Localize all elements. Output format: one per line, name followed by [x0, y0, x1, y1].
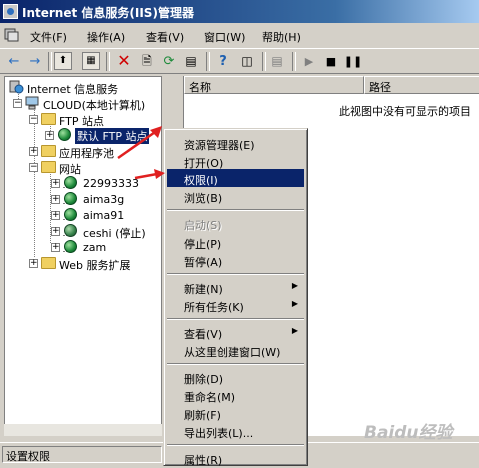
- expand-icon[interactable]: +: [45, 131, 54, 140]
- back-icon[interactable]: ←: [5, 52, 23, 70]
- menu-item-new-window[interactable]: 从这里创建窗口(W): [167, 341, 304, 359]
- menu-file[interactable]: 文件(F): [30, 29, 67, 45]
- expand-icon[interactable]: +: [51, 195, 60, 204]
- up-folder-icon[interactable]: ⬆: [54, 52, 72, 70]
- menu-item-open[interactable]: 打开(O): [167, 152, 304, 170]
- menu-item-all-tasks[interactable]: 所有任务(K) ▶: [167, 296, 304, 314]
- tree-label: zam: [83, 241, 107, 254]
- show-tree-icon[interactable]: ▦: [82, 52, 100, 70]
- submenu-arrow-icon: ▶: [291, 326, 298, 335]
- menu-help[interactable]: 帮助(H): [262, 29, 301, 45]
- menu-item-browse[interactable]: 浏览(B): [167, 187, 304, 205]
- play-icon[interactable]: ▶: [300, 52, 318, 70]
- menu-view[interactable]: 查看(V): [146, 29, 184, 45]
- menu-item-label: 查看(V): [184, 328, 223, 341]
- properties-icon[interactable]: 🗎: [138, 52, 156, 70]
- tree-label: Web 服务扩展: [59, 259, 131, 272]
- export-list-icon[interactable]: ▤: [182, 52, 200, 70]
- computer-icon[interactable]: ▤: [268, 52, 286, 70]
- website-stopped-icon: [64, 224, 77, 237]
- menu-item-view[interactable]: 查看(V) ▶: [167, 323, 304, 341]
- website-icon: [64, 240, 77, 253]
- menu-item-properties[interactable]: 属性(R): [167, 449, 304, 467]
- status-text: 设置权限: [2, 446, 162, 463]
- tree-label: aima3g: [83, 193, 125, 206]
- tree-item-site[interactable]: + aima91: [51, 207, 161, 223]
- menu-window[interactable]: 窗口(W): [204, 29, 245, 45]
- expand-icon[interactable]: +: [51, 179, 60, 188]
- help-icon[interactable]: ?: [214, 52, 232, 70]
- collapse-icon[interactable]: −: [29, 115, 38, 124]
- menu-action[interactable]: 操作(A): [87, 29, 125, 45]
- menu-item-delete[interactable]: 删除(D): [167, 368, 304, 386]
- delete-icon[interactable]: ✕: [115, 52, 133, 70]
- tree-item-site[interactable]: + zam: [51, 239, 161, 255]
- stop-icon[interactable]: ■: [322, 52, 340, 70]
- website-icon: [64, 176, 77, 189]
- menu-item-permissions[interactable]: 权限(I): [167, 169, 304, 187]
- title-bar: Internet 信息服务(IIS)管理器: [0, 0, 479, 23]
- tree-item-iis-root[interactable]: Internet 信息服务: [9, 79, 159, 96]
- menu-item-refresh[interactable]: 刷新(F): [167, 404, 304, 422]
- tree-horizontal-scrollbar[interactable]: [4, 424, 162, 436]
- collapse-icon[interactable]: −: [13, 99, 22, 108]
- menu-bar: 文件(F) 操作(A) 查看(V) 窗口(W) 帮助(H): [0, 23, 479, 47]
- menu-item-start[interactable]: 启动(S): [167, 214, 304, 232]
- action-pane-icon[interactable]: ◫: [238, 52, 256, 70]
- menu-item-rename[interactable]: 重命名(M): [167, 386, 304, 404]
- menu-item-label: 所有任务(K): [184, 301, 244, 314]
- column-header-name[interactable]: 名称: [184, 76, 364, 94]
- menu-item-label: 新建(N): [184, 283, 223, 296]
- refresh-icon[interactable]: ⟳: [160, 52, 178, 70]
- tree-item-site[interactable]: + aima3g: [51, 191, 161, 207]
- empty-list-message: 此视图中没有可显示的项目: [339, 105, 471, 118]
- expand-icon[interactable]: +: [51, 227, 60, 236]
- toolbar: ← → ⬆ ▦ ✕ 🗎 ⟳ ▤ ? ◫ ▤ ▶ ■ ❚❚: [0, 48, 479, 74]
- tree-item-web-ext[interactable]: + Web 服务扩展: [29, 255, 159, 272]
- iis-server-icon: [9, 80, 24, 94]
- red-arrow-annotation-icon: [134, 169, 165, 180]
- computer-icon: [25, 96, 39, 110]
- column-header-path[interactable]: 路径: [364, 76, 479, 94]
- menu-item-explorer[interactable]: 资源管理器(E): [167, 134, 304, 152]
- website-icon: [64, 192, 77, 205]
- tree-label: aima91: [83, 209, 125, 222]
- iis-app-icon: [3, 4, 18, 19]
- folder-icon: [41, 113, 56, 125]
- menu-item-new[interactable]: 新建(N) ▶: [167, 278, 304, 296]
- ftp-site-icon: [58, 128, 71, 141]
- forward-icon[interactable]: →: [26, 52, 44, 70]
- mmc-menu-icon[interactable]: [4, 27, 19, 42]
- context-menu: 资源管理器(E) 打开(O) 权限(I) 浏览(B) 启动(S) 停止(P) 暂…: [163, 128, 308, 467]
- submenu-arrow-icon: ▶: [291, 299, 298, 308]
- tree-item-computer[interactable]: − CLOUD(本地计算机): [13, 95, 161, 112]
- submenu-arrow-icon: ▶: [291, 281, 298, 290]
- window-title: Internet 信息服务(IIS)管理器: [22, 6, 194, 20]
- folder-icon: [41, 145, 56, 157]
- expand-icon[interactable]: +: [29, 147, 38, 156]
- watermark: Baidu经验: [364, 423, 453, 443]
- expand-icon[interactable]: +: [29, 259, 38, 268]
- collapse-icon[interactable]: −: [29, 163, 38, 172]
- folder-icon: [41, 161, 56, 173]
- tree-item-site[interactable]: + ceshi (停止): [51, 223, 161, 240]
- folder-icon: [41, 257, 56, 269]
- tree-label: 22993333: [83, 177, 139, 190]
- menu-item-export-list[interactable]: 导出列表(L)...: [167, 422, 304, 440]
- red-arrow-annotation-icon: [117, 126, 162, 160]
- menu-item-pause[interactable]: 暂停(A): [167, 251, 304, 269]
- expand-icon[interactable]: +: [51, 211, 60, 220]
- pause-icon[interactable]: ❚❚: [344, 52, 362, 70]
- expand-icon[interactable]: +: [51, 243, 60, 252]
- menu-item-stop[interactable]: 停止(P): [167, 233, 304, 251]
- website-icon: [64, 208, 77, 221]
